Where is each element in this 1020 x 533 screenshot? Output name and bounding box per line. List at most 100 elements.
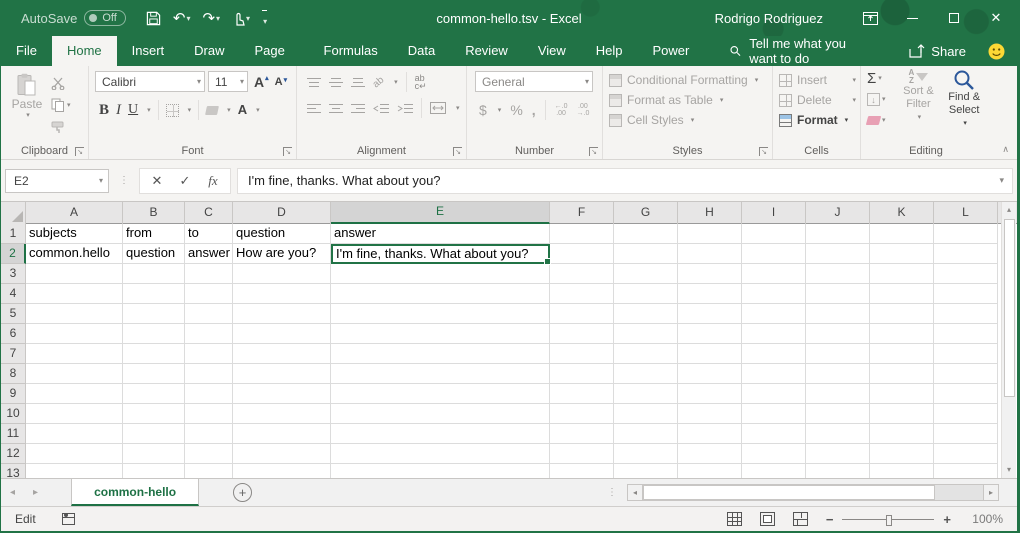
zoom-in-button[interactable]: +: [943, 512, 951, 527]
cell-J11[interactable]: [806, 424, 870, 444]
cell-K11[interactable]: [870, 424, 934, 444]
column-header-B[interactable]: B: [123, 202, 185, 224]
orientation-button[interactable]: ab: [371, 74, 387, 90]
cell-E12[interactable]: [331, 444, 550, 464]
cell-B2[interactable]: question: [123, 244, 185, 264]
cell-E5[interactable]: [331, 304, 550, 324]
cell-K8[interactable]: [870, 364, 934, 384]
name-box-dropdown-icon[interactable]: ▾: [99, 176, 103, 185]
cell-A9[interactable]: [26, 384, 123, 404]
align-center-button[interactable]: [329, 103, 343, 114]
cell-L2[interactable]: [934, 244, 998, 264]
cell-G8[interactable]: [614, 364, 678, 384]
name-box[interactable]: E2 ▾: [5, 169, 109, 193]
cell-J10[interactable]: [806, 404, 870, 424]
row-header-13[interactable]: 13: [1, 464, 26, 478]
cell-H2[interactable]: [678, 244, 742, 264]
cell-H11[interactable]: [678, 424, 742, 444]
font-size-dropdown-icon[interactable]: ▾: [240, 77, 244, 86]
paste-button[interactable]: Paste ▾: [7, 71, 47, 143]
cell-I10[interactable]: [742, 404, 806, 424]
decrease-indent-button[interactable]: [373, 103, 389, 114]
cell-styles-button[interactable]: Cell Styles ▾: [609, 110, 768, 130]
cell-F6[interactable]: [550, 324, 614, 344]
cell-styles-dropdown-icon[interactable]: ▾: [691, 116, 695, 124]
cell-D3[interactable]: [233, 264, 331, 284]
cell-K2[interactable]: [870, 244, 934, 264]
autosum-dropdown-icon[interactable]: ▾: [878, 74, 882, 82]
vertical-scrollbar[interactable]: ▴ ▾: [1001, 202, 1016, 478]
redo-dropdown-icon[interactable]: ▾: [216, 14, 220, 23]
cell-I2[interactable]: [742, 244, 806, 264]
collapse-ribbon-button[interactable]: ∧: [1002, 144, 1009, 155]
cell-D4[interactable]: [233, 284, 331, 304]
cell-C12[interactable]: [185, 444, 233, 464]
accounting-format-button[interactable]: $: [479, 102, 487, 118]
cell-B11[interactable]: [123, 424, 185, 444]
tab-file[interactable]: File: [1, 36, 52, 66]
cell-E7[interactable]: [331, 344, 550, 364]
decrease-decimal-button[interactable]: .00 →.0: [577, 103, 590, 117]
cell-L5[interactable]: [934, 304, 998, 324]
cell-G3[interactable]: [614, 264, 678, 284]
percent-style-button[interactable]: %: [510, 102, 522, 118]
cell-E3[interactable]: [331, 264, 550, 284]
underline-dropdown-icon[interactable]: ▾: [147, 106, 151, 114]
column-header-J[interactable]: J: [806, 202, 870, 224]
tab-home[interactable]: Home: [52, 36, 117, 66]
cell-C10[interactable]: [185, 404, 233, 424]
cell-B8[interactable]: [123, 364, 185, 384]
format-painter-button[interactable]: [51, 119, 71, 135]
cell-J3[interactable]: [806, 264, 870, 284]
touch-mouse-mode-button[interactable]: ▾: [228, 5, 254, 31]
cell-H1[interactable]: [678, 224, 742, 244]
cell-F2[interactable]: [550, 244, 614, 264]
conditional-formatting-button[interactable]: Conditional Formatting ▾: [609, 70, 768, 90]
share-button[interactable]: Share: [909, 36, 966, 66]
cell-J7[interactable]: [806, 344, 870, 364]
cell-B1[interactable]: from: [123, 224, 185, 244]
top-align-button[interactable]: [307, 77, 321, 88]
cell-J8[interactable]: [806, 364, 870, 384]
tab-power-pivot[interactable]: Power Pivot: [638, 36, 705, 66]
formula-bar-drag-handle[interactable]: ⋮: [119, 175, 129, 186]
row-header-5[interactable]: 5: [1, 304, 26, 324]
cell-D8[interactable]: [233, 364, 331, 384]
merge-center-dropdown-icon[interactable]: ▾: [456, 104, 460, 112]
cell-A12[interactable]: [26, 444, 123, 464]
minimize-button[interactable]: [891, 0, 933, 36]
cell-A8[interactable]: [26, 364, 123, 384]
tab-insert[interactable]: Insert: [117, 36, 180, 66]
delete-cells-button[interactable]: Delete ▾: [779, 90, 856, 110]
cell-I13[interactable]: [742, 464, 806, 478]
cell-H9[interactable]: [678, 384, 742, 404]
cell-I4[interactable]: [742, 284, 806, 304]
cancel-button[interactable]: ✕: [144, 173, 170, 189]
vertical-scroll-thumb[interactable]: [1004, 219, 1015, 397]
cell-F3[interactable]: [550, 264, 614, 284]
borders-button[interactable]: [166, 104, 179, 117]
column-header-A[interactable]: A: [26, 202, 123, 224]
scroll-right-icon[interactable]: ▸: [983, 484, 999, 501]
undo-button[interactable]: ↶▾: [169, 5, 195, 31]
ribbon-display-options-button[interactable]: [849, 0, 891, 36]
decrease-font-size-button[interactable]: A▾: [275, 76, 287, 88]
middle-align-button[interactable]: [329, 77, 343, 88]
autosum-button[interactable]: Σ ▾: [867, 70, 896, 86]
select-all-corner[interactable]: [1, 202, 26, 224]
cell-D1[interactable]: question: [233, 224, 331, 244]
cell-F1[interactable]: [550, 224, 614, 244]
cell-K12[interactable]: [870, 444, 934, 464]
cell-L12[interactable]: [934, 444, 998, 464]
cell-H3[interactable]: [678, 264, 742, 284]
row-header-12[interactable]: 12: [1, 444, 26, 464]
cell-D12[interactable]: [233, 444, 331, 464]
cell-J1[interactable]: [806, 224, 870, 244]
font-color-button[interactable]: A: [238, 101, 247, 119]
tab-page-layout[interactable]: Page Layout: [240, 36, 309, 66]
column-header-C[interactable]: C: [185, 202, 233, 224]
cell-F4[interactable]: [550, 284, 614, 304]
font-name-dropdown-icon[interactable]: ▾: [197, 77, 201, 86]
cell-B5[interactable]: [123, 304, 185, 324]
find-select-dropdown-icon[interactable]: ▾: [963, 117, 967, 130]
